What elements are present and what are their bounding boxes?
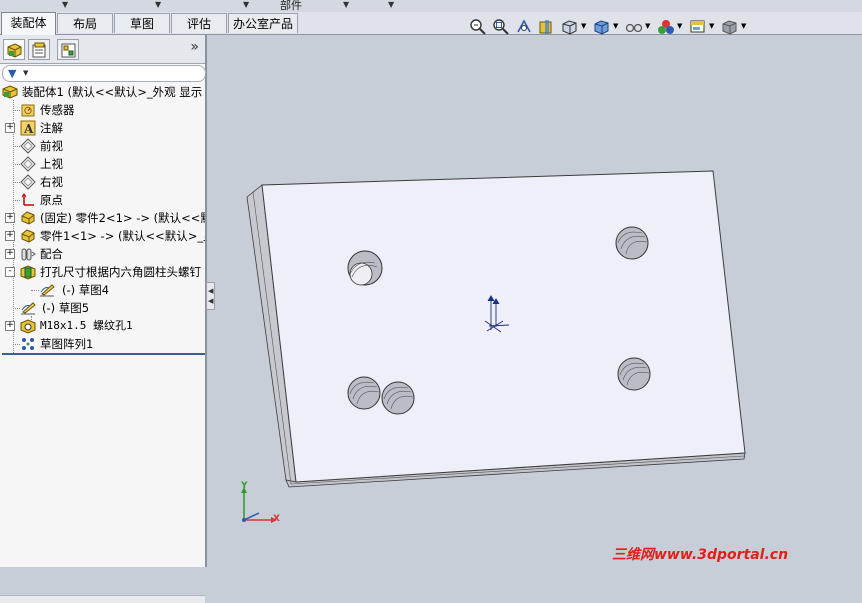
expand-toggle[interactable]: +: [5, 231, 15, 241]
triad-y-label: Y: [241, 481, 248, 491]
tree-filter-input[interactable]: ▼ ▼: [2, 65, 206, 82]
dropdown-arrow-icon[interactable]: ▼: [388, 0, 394, 10]
zoom-to-fit-icon[interactable]: [469, 18, 487, 36]
hole-4: [381, 381, 415, 415]
svg-text:A: A: [23, 122, 34, 136]
plate-top-face: [261, 170, 746, 483]
sketch-icon: [40, 284, 55, 297]
tree-item-label: 草图阵列1: [40, 337, 94, 351]
mates-icon: [21, 248, 36, 261]
dropdown-arrow-icon[interactable]: ▼: [62, 0, 68, 10]
sensor-icon: [21, 104, 35, 117]
reference-triad: [241, 487, 277, 523]
expand-toggle[interactable]: -: [5, 267, 15, 277]
tree-connector: [13, 164, 20, 165]
tree-item-label: (固定) 零件2<1> -> (默认<<默: [40, 211, 205, 225]
expand-chevron-icon[interactable]: »: [190, 39, 199, 55]
chevron-down-icon[interactable]: ▼: [581, 22, 586, 30]
filter-icon[interactable]: ▼: [8, 67, 16, 80]
configuration-icon: [61, 43, 76, 58]
view-orientation-icon[interactable]: [561, 18, 579, 36]
thread-hole-icon: [20, 319, 36, 334]
annotation-icon: A: [20, 120, 36, 136]
tree-item-label: 上视: [40, 157, 63, 171]
hole-3: [347, 376, 381, 410]
tab-layout[interactable]: 布局: [57, 13, 113, 33]
tab-assembly[interactable]: 装配体: [1, 12, 56, 35]
origin-icon: [21, 193, 34, 206]
chevron-down-icon[interactable]: ▼: [709, 22, 714, 30]
tree-item-label: M18x1.5 螺纹孔1: [40, 319, 133, 332]
expand-toggle[interactable]: +: [5, 321, 15, 331]
tree-connector: [13, 200, 20, 201]
plane-icon: [20, 156, 36, 172]
feature-manager-tab[interactable]: [3, 39, 25, 60]
expand-toggle[interactable]: +: [5, 123, 15, 133]
panel-tab-bar: »: [0, 35, 205, 64]
part-icon: [21, 229, 35, 243]
assembly-icon: [2, 85, 18, 99]
view-settings-icon[interactable]: [721, 18, 739, 36]
tree-item-label: 打孔尺寸根据内六角圆柱头螺钉: [40, 265, 201, 279]
plane-icon: [20, 174, 36, 190]
tree-item-label: (-) 草图4: [62, 283, 110, 297]
hole-feature-icon: [20, 265, 36, 280]
model-canvas[interactable]: [209, 35, 862, 567]
section-view-icon[interactable]: [537, 18, 555, 36]
tab-office-products[interactable]: 办公室产品: [228, 13, 298, 33]
previous-view-icon[interactable]: [515, 18, 533, 36]
rollback-bar[interactable]: [2, 353, 205, 355]
tree-item-label: 右视: [40, 175, 63, 189]
tree-connector: [13, 110, 20, 111]
panel-horizontal-scrollbar[interactable]: [0, 595, 205, 603]
tree-connector: [13, 344, 20, 345]
tab-sketch[interactable]: 草图: [114, 13, 170, 33]
tree-connector: [13, 100, 14, 353]
triad-x-label: X: [273, 514, 280, 524]
apply-scene-icon[interactable]: [689, 18, 707, 36]
property-icon: [32, 42, 46, 58]
dropdown-arrow-icon[interactable]: ▼: [155, 0, 161, 10]
expand-toggle[interactable]: +: [5, 213, 15, 223]
watermark-text: 三维网www.3dportal.cn: [612, 547, 789, 563]
hole-2: [615, 226, 649, 260]
configuration-manager-tab[interactable]: [57, 39, 79, 60]
property-manager-tab[interactable]: [28, 39, 50, 60]
tree-item-label: 传感器: [40, 103, 75, 117]
sketch-icon: [21, 302, 36, 315]
dropdown-arrow-icon[interactable]: ▼: [243, 0, 249, 10]
dropdown-arrow-icon[interactable]: ▼: [343, 0, 349, 10]
chevron-down-icon[interactable]: ▼: [645, 22, 650, 30]
plane-icon: [20, 138, 36, 154]
tree-item-label: 装配体1 (默认<<默认>_外观 显示: [22, 85, 203, 99]
tree-connector: [13, 146, 20, 147]
feature-tree-icon: [7, 43, 22, 58]
edit-appearance-icon[interactable]: [657, 18, 675, 36]
chevron-down-icon[interactable]: ▼: [23, 69, 28, 77]
chevron-down-icon[interactable]: ▼: [677, 22, 682, 30]
tree-item-label: 注解: [40, 121, 63, 135]
tree-connector: [13, 308, 20, 309]
display-style-icon[interactable]: [593, 18, 611, 36]
zoom-area-icon[interactable]: [492, 18, 510, 36]
tree-item-label: (-) 草图5: [42, 301, 90, 315]
hide-show-icon[interactable]: [625, 18, 643, 36]
pattern-icon: [22, 338, 34, 350]
part-icon: [21, 211, 35, 225]
tree-connector: [13, 182, 20, 183]
tree-item-label: 零件1<1> -> (默认<<默认>_显示: [40, 229, 205, 243]
chevron-down-icon[interactable]: ▼: [613, 22, 618, 30]
feature-tree: 装配体1 (默认<<默认>_外观 显示 传感器 + A 注解 前视 上视 右视: [0, 83, 205, 353]
tree-connector: [31, 290, 39, 291]
tree-item-label: 配合: [40, 247, 63, 261]
tree-item-label: 前视: [40, 139, 63, 153]
chevron-down-icon[interactable]: ▼: [741, 22, 746, 30]
feature-manager-panel: » ▼ ▼ 装配体1 (默认<<默认>_外观 显示 传感器 + A 注解 前视: [0, 35, 207, 603]
expand-toggle[interactable]: +: [5, 249, 15, 259]
graphics-viewport[interactable]: ▼ ▼ ▼ ▼ ▼ ▼ Y X: [209, 19, 862, 567]
tree-item-label: 原点: [40, 193, 63, 207]
hole-5: [617, 357, 651, 391]
tab-evaluate[interactable]: 评估: [171, 13, 227, 33]
hole-1: [347, 250, 383, 286]
